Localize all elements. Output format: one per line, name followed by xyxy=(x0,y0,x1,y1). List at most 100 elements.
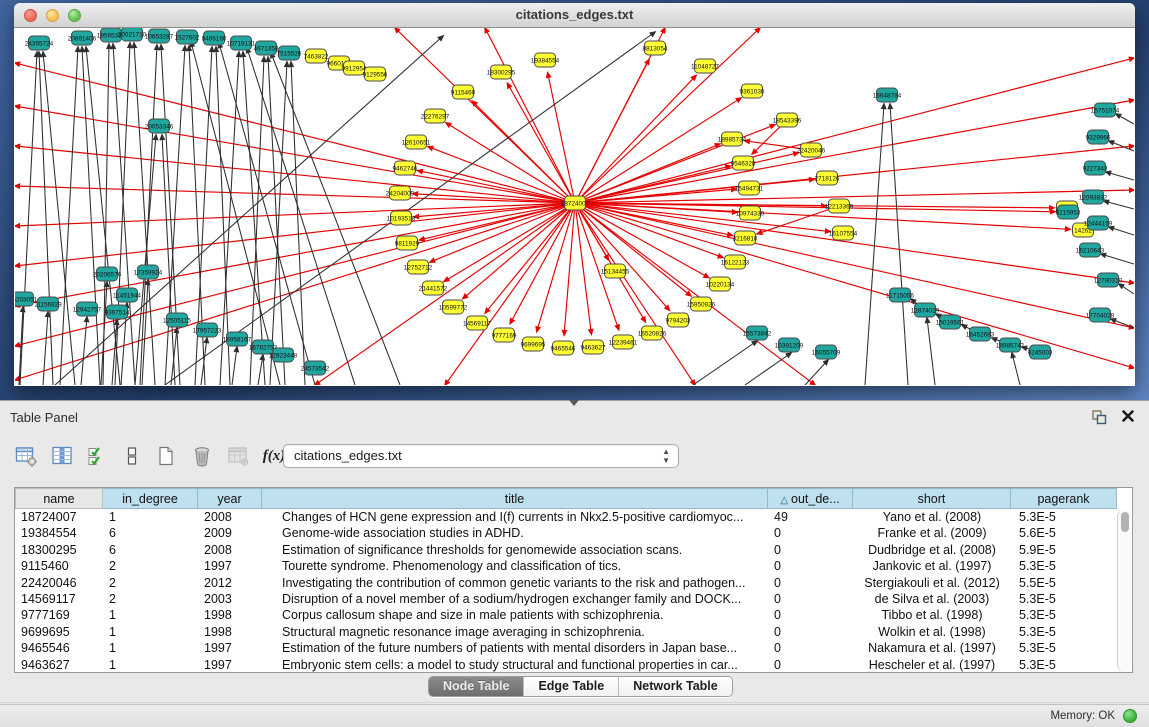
graph-edge-black[interactable] xyxy=(43,312,48,385)
window-titlebar[interactable]: citations_edges.txt xyxy=(14,3,1135,28)
graph-node[interactable]: 12444159 xyxy=(1084,216,1113,230)
graph-node[interactable]: 2718126 xyxy=(815,171,840,185)
graph-edge-red[interactable] xyxy=(575,146,1134,203)
graph-edge-black[interactable] xyxy=(201,338,207,385)
graph-edge-red[interactable] xyxy=(414,203,575,217)
graph-node[interactable]: 16648784 xyxy=(873,88,902,102)
table-row[interactable]: 977716911998Corpus callosum shape and si… xyxy=(15,607,1132,623)
graph-node[interactable]: 11048727 xyxy=(691,59,719,73)
graph-node[interactable]: 12239461 xyxy=(609,335,638,349)
graph-edge-red[interactable] xyxy=(428,147,575,203)
graph-node[interactable]: 1527602 xyxy=(175,30,200,44)
graph-node[interactable]: 20206576 xyxy=(93,267,122,281)
graph-edge-red[interactable] xyxy=(15,63,575,203)
table-row[interactable]: 946554611997Estimation of the future num… xyxy=(15,640,1132,656)
delete-icon[interactable] xyxy=(190,443,214,469)
graph-edge-black[interactable] xyxy=(693,341,757,385)
graph-node[interactable]: 18543396 xyxy=(773,113,802,127)
graph-node[interactable]: 15134455 xyxy=(601,264,630,278)
tab-network-table[interactable]: Network Table xyxy=(618,677,732,696)
graph-node[interactable]: 17957223 xyxy=(193,323,222,337)
graph-edge-black[interactable] xyxy=(20,52,37,385)
graph-node[interactable]: 12942757 xyxy=(73,302,102,316)
graph-node[interactable]: 12213369 xyxy=(825,199,854,213)
new-column-icon[interactable] xyxy=(154,443,178,469)
graph-edge-black[interactable] xyxy=(1119,284,1134,294)
graph-node[interactable]: 24204009 xyxy=(386,186,415,200)
tab-node-table[interactable]: Node Table xyxy=(429,677,523,696)
graph-edge-black[interactable] xyxy=(805,360,828,385)
table-row[interactable]: 1872400712008Changes of HCN gene express… xyxy=(15,509,1132,525)
graph-node[interactable]: 9397514 xyxy=(105,305,130,319)
graph-edge-black[interactable] xyxy=(1106,172,1134,180)
graph-node[interactable]: 11451944 xyxy=(113,288,141,302)
graph-edge-red[interactable] xyxy=(485,203,575,313)
graph-node[interactable]: 9811929 xyxy=(395,236,420,250)
graph-node[interactable]: 15494731 xyxy=(735,181,764,195)
graph-edge-red[interactable] xyxy=(15,203,575,306)
graph-node[interactable]: 9465546 xyxy=(551,341,576,355)
network-canvas[interactable]: 1872400719384554183002959115460222762971… xyxy=(15,28,1134,385)
graph-edge-red[interactable] xyxy=(485,28,575,203)
column-header-title[interactable]: title xyxy=(262,488,768,509)
graph-edge-black[interactable] xyxy=(1109,227,1134,235)
graph-node[interactable]: 17359924 xyxy=(134,265,163,279)
graph-node[interactable]: 8215953 xyxy=(1056,205,1081,219)
graph-node[interactable]: 9462746 xyxy=(393,161,418,175)
graph-node[interactable]: 9361030 xyxy=(740,84,765,98)
graph-node[interactable]: 8813054 xyxy=(643,41,668,55)
graph-node[interactable]: 24355724 xyxy=(25,36,54,50)
graph-node[interactable]: 18300295 xyxy=(487,65,516,79)
table-row[interactable]: 969969511998Structural magnetic resonanc… xyxy=(15,624,1132,640)
graph-node[interactable]: 12610651 xyxy=(402,135,431,149)
graph-node[interactable]: 15573842 xyxy=(743,326,772,340)
graph-edge-black[interactable] xyxy=(161,45,180,385)
graph-edge-black[interactable] xyxy=(101,282,107,385)
graph-edge-black[interactable] xyxy=(268,57,285,385)
graph-node[interactable]: 15950926 xyxy=(687,297,716,311)
memory-status-icon[interactable] xyxy=(1123,709,1137,723)
graph-edge-black[interactable] xyxy=(1104,201,1134,209)
table-row[interactable]: 1456911722003Disruption of a novel membe… xyxy=(15,591,1132,607)
graph-edge-black[interactable] xyxy=(890,104,908,385)
table-row[interactable]: 2242004622012Investigating the contribut… xyxy=(15,575,1132,591)
graph-node[interactable]: 15751074 xyxy=(1091,103,1120,117)
graph-edge-black[interactable] xyxy=(232,347,237,385)
column-header-out_de[interactable]: △out_de... xyxy=(768,488,853,509)
table-scrollbar[interactable] xyxy=(1117,510,1131,672)
graph-edge-black[interactable] xyxy=(745,353,791,385)
graph-node[interactable]: 9463627 xyxy=(581,340,606,354)
graph-edge-black[interactable] xyxy=(1116,114,1134,124)
show-columns-icon[interactable] xyxy=(50,443,74,469)
tab-edge-table[interactable]: Edge Table xyxy=(523,677,618,696)
graph-node[interactable]: 18985734 xyxy=(718,132,747,146)
column-header-in_degree[interactable]: in_degree xyxy=(103,488,198,509)
graph-node[interactable]: 9777169 xyxy=(492,328,517,342)
graph-node[interactable]: 10220134 xyxy=(706,277,735,291)
graph-node[interactable]: 24573542 xyxy=(301,361,330,375)
graph-node[interactable]: 9794203 xyxy=(666,313,691,327)
table-select-dropdown[interactable]: citations_edges.txt ▲▼ xyxy=(283,444,679,468)
graph-node[interactable]: 7515526 xyxy=(277,46,302,60)
graph-edge-black[interactable] xyxy=(115,43,130,385)
graph-node[interactable]: 10974330 xyxy=(736,206,765,220)
graph-edge-red[interactable] xyxy=(575,190,1134,203)
graph-edge-red[interactable] xyxy=(575,203,709,278)
graph-node[interactable]: 12505115 xyxy=(163,313,191,327)
graph-node[interactable]: 15019561 xyxy=(936,315,965,329)
graph-edge-black[interactable] xyxy=(1012,353,1020,385)
graph-edge-black[interactable] xyxy=(927,318,935,385)
graph-node[interactable]: 11156829 xyxy=(34,297,62,311)
graph-node[interactable]: 9115460 xyxy=(451,85,476,99)
column-header-pagerank[interactable]: pagerank xyxy=(1011,488,1117,509)
graph-edge-black[interactable] xyxy=(60,47,78,385)
graph-node[interactable]: 4671358 xyxy=(254,41,279,55)
graph-node[interactable]: 10599772 xyxy=(439,300,468,314)
table-row[interactable]: 911546021997Tourette syndrome. Phenomeno… xyxy=(15,558,1132,574)
graph-node[interactable]: 8466160 xyxy=(202,31,227,45)
column-header-short[interactable]: short xyxy=(853,488,1011,509)
graph-node[interactable]: 9245003 xyxy=(1028,345,1053,359)
float-window-icon[interactable] xyxy=(1091,409,1107,425)
table-row[interactable]: 1938455462009Genome-wide association stu… xyxy=(15,525,1132,541)
graph-node[interactable]: 12790310 xyxy=(1094,273,1123,287)
